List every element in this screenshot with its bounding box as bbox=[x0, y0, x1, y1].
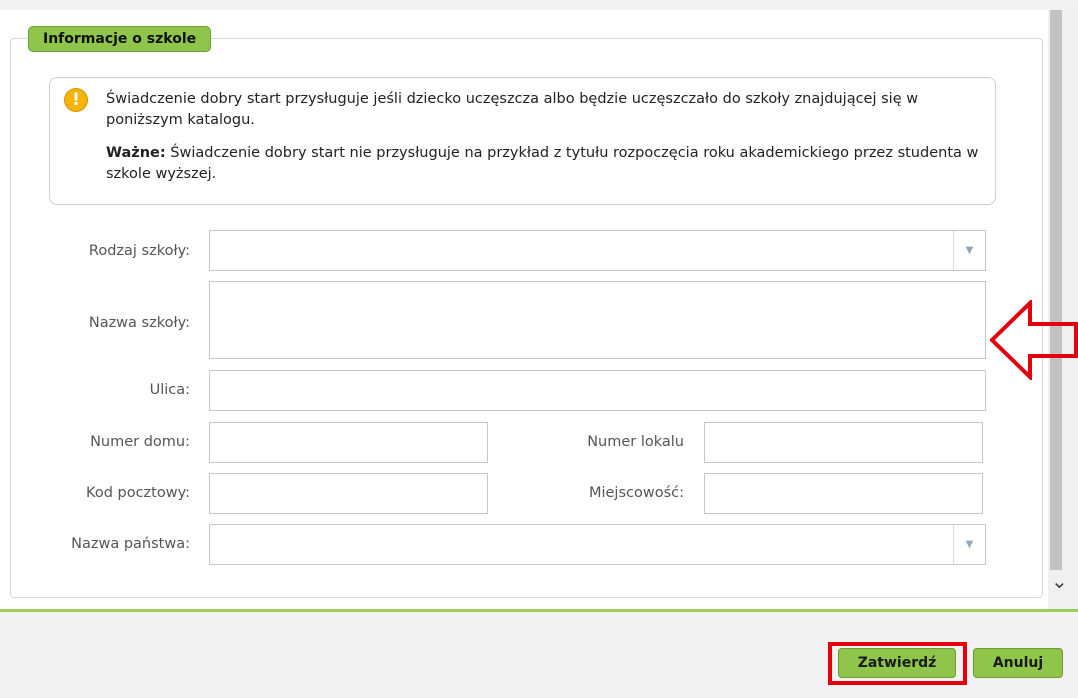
apartment-number-label: Numer lokalu bbox=[587, 434, 684, 450]
confirm-button[interactable]: Zatwierdź bbox=[838, 648, 956, 678]
country-select[interactable]: ▼ bbox=[209, 524, 986, 565]
cancel-button[interactable]: Anuluj bbox=[973, 648, 1063, 678]
scrollbar-thumb[interactable] bbox=[1050, 10, 1062, 570]
scroll-down-chevron-icon[interactable]: ⌄ bbox=[1051, 566, 1071, 596]
info-line-2-text: Świadczenie dobry start nie przysługuje … bbox=[106, 145, 979, 182]
school-name-field[interactable] bbox=[209, 281, 986, 359]
important-label: Ważne: bbox=[106, 145, 166, 161]
house-number-label: Numer domu: bbox=[90, 434, 190, 450]
apartment-number-field[interactable] bbox=[704, 422, 983, 463]
info-line-1: Świadczenie dobry start przysługuje jeśl… bbox=[106, 91, 919, 128]
annotation-arrow-icon bbox=[990, 300, 1078, 380]
postal-code-field[interactable] bbox=[209, 473, 488, 514]
country-dropdown-icon[interactable]: ▼ bbox=[953, 525, 985, 564]
school-type-select[interactable]: ▼ bbox=[209, 230, 986, 271]
section-legend: Informacje o szkole bbox=[28, 26, 212, 52]
house-number-field[interactable] bbox=[209, 422, 488, 463]
info-text: Świadczenie dobry start przysługuje jeśl… bbox=[106, 89, 986, 185]
city-field[interactable] bbox=[704, 473, 983, 514]
country-label: Nazwa państwa: bbox=[71, 536, 190, 552]
school-name-label: Nazwa szkoły: bbox=[88, 315, 190, 331]
city-label: Miejscowość: bbox=[588, 485, 684, 501]
info-line-2: Ważne: Świadczenie dobry start nie przys… bbox=[106, 143, 986, 185]
school-type-label: Rodzaj szkoły: bbox=[88, 243, 190, 259]
warning-icon: ! bbox=[64, 88, 88, 112]
school-type-dropdown-icon[interactable]: ▼ bbox=[953, 231, 985, 270]
top-strip bbox=[0, 0, 1078, 10]
postal-code-label: Kod pocztowy: bbox=[86, 485, 190, 501]
street-field[interactable] bbox=[209, 370, 986, 411]
street-label: Ulica: bbox=[149, 382, 190, 398]
